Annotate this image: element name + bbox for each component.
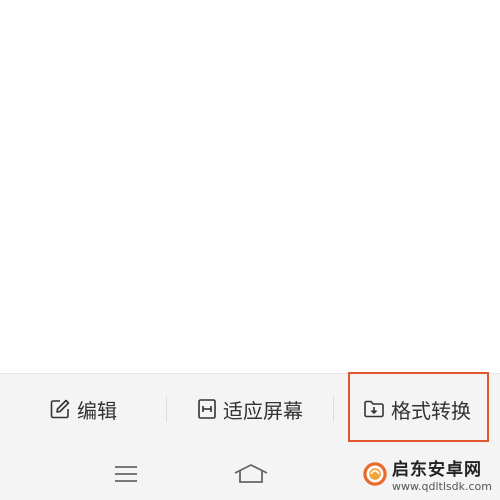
home-icon [234, 464, 268, 483]
folder-download-icon [364, 400, 384, 418]
fit-screen-label: 适应屏幕 [223, 398, 303, 423]
edit-icon [50, 399, 70, 419]
menu-button[interactable] [96, 452, 156, 496]
logo-icon [363, 462, 387, 486]
fit-screen-icon [198, 399, 216, 419]
menu-icon [115, 466, 137, 482]
bottom-toolbar: 编辑 适应屏幕 格式转换 [0, 372, 500, 444]
edit-label: 编辑 [77, 398, 117, 423]
home-button[interactable] [221, 452, 281, 496]
format-convert-label: 格式转换 [391, 398, 471, 423]
watermark-url: www.qdltlsdk.com [392, 480, 492, 493]
format-convert-button[interactable]: 格式转换 [334, 374, 500, 444]
edit-button[interactable]: 编辑 [0, 374, 166, 444]
watermark-title: 启东安卓网 [392, 460, 483, 480]
watermark: 启东安卓网 www.qdltlsdk.com [362, 452, 492, 496]
document-content-area [0, 0, 500, 373]
fit-screen-button[interactable]: 适应屏幕 [167, 374, 333, 444]
